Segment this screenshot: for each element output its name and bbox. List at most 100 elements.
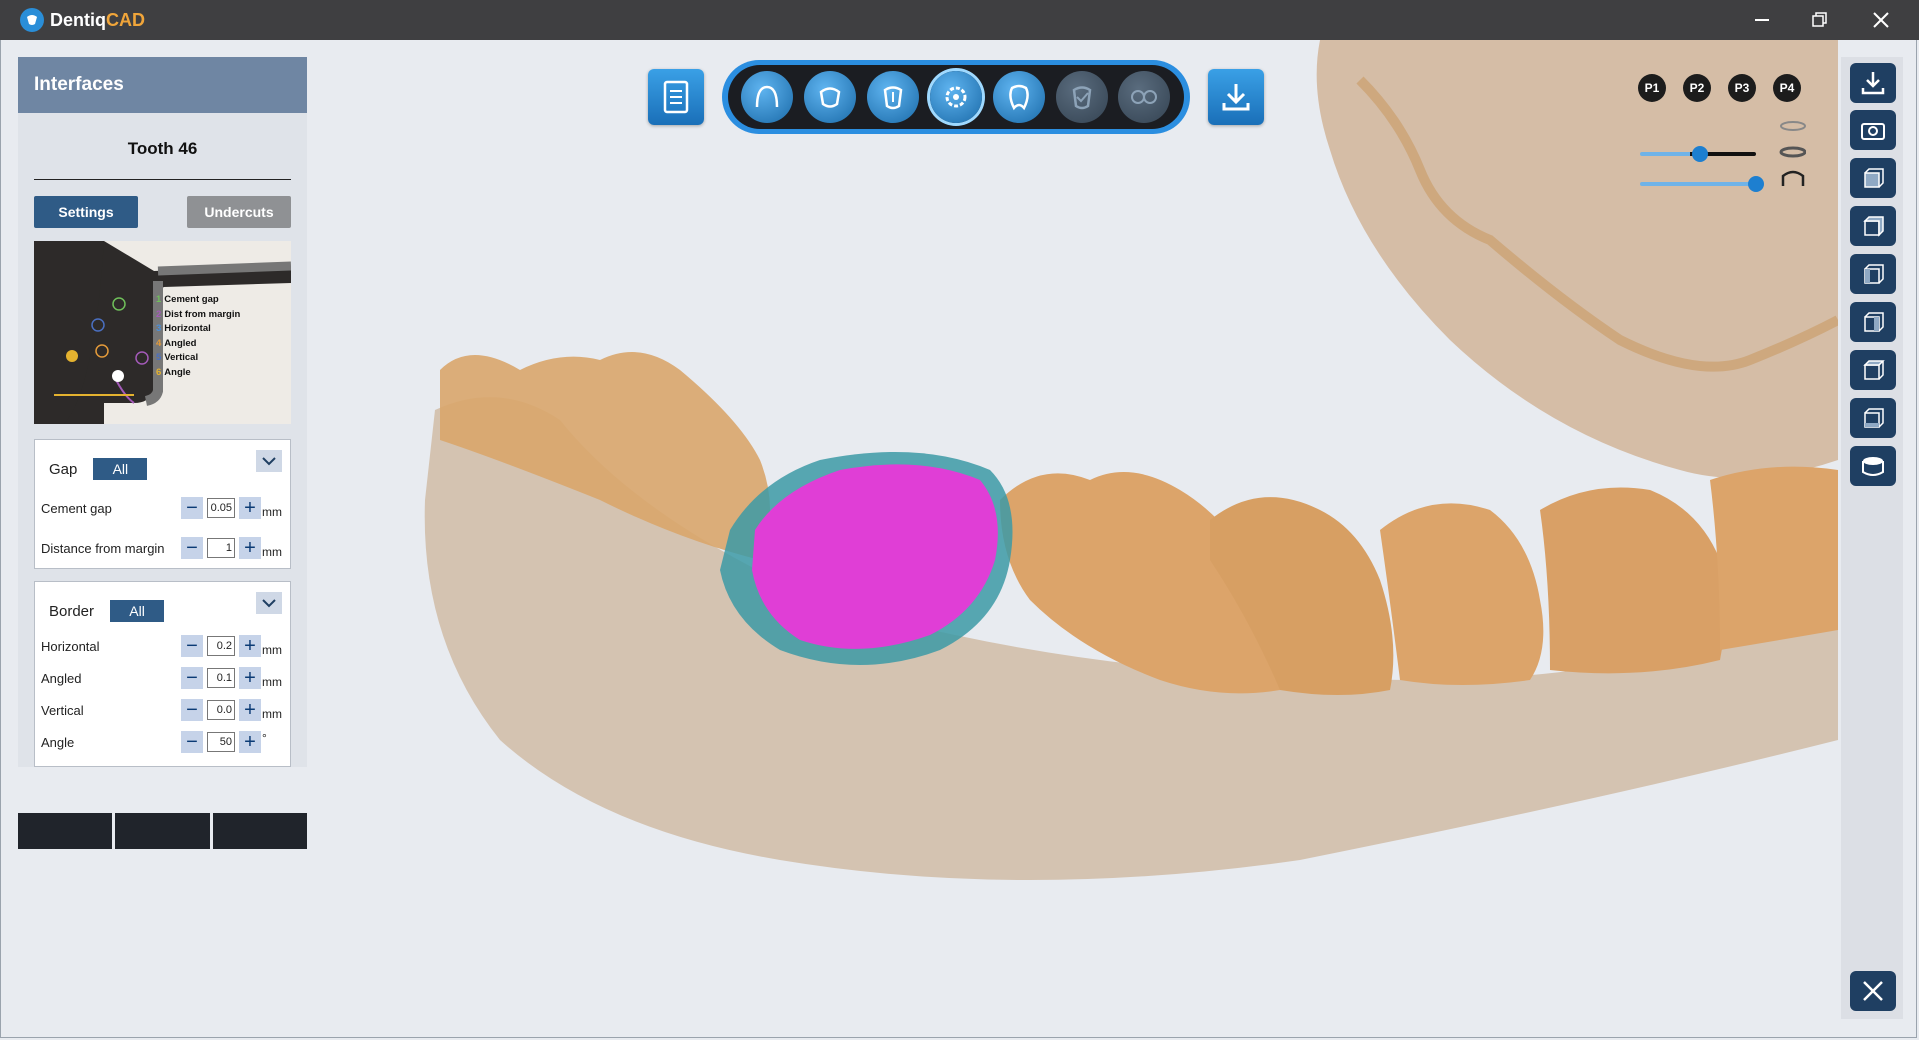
- workflow-toolbar: [648, 60, 1264, 134]
- vertical-increment[interactable]: +: [239, 699, 261, 721]
- view-left-button[interactable]: [1850, 254, 1896, 294]
- view-front-button[interactable]: [1850, 158, 1896, 198]
- horizontal-label: Horizontal: [41, 638, 100, 654]
- restoration-icon: [1781, 170, 1805, 186]
- distance-from-margin-unit: mm: [262, 545, 282, 559]
- distance-from-margin-decrement[interactable]: −: [181, 537, 203, 559]
- restore-button[interactable]: [1798, 4, 1842, 36]
- border-all-button[interactable]: All: [110, 600, 165, 622]
- horizontal-row: Horizontal − 0.2 + mm: [35, 630, 290, 662]
- save-button[interactable]: [1850, 63, 1896, 103]
- horizontal-decrement[interactable]: −: [181, 635, 203, 657]
- step-finish-button[interactable]: [1055, 71, 1108, 123]
- step-insertion-button[interactable]: [867, 71, 920, 123]
- preset-p3-button[interactable]: P3: [1728, 74, 1756, 102]
- preset-p1-button[interactable]: P1: [1638, 74, 1666, 102]
- view-occlusal-button[interactable]: [1850, 446, 1896, 486]
- step-interfaces-button[interactable]: [929, 71, 982, 123]
- preset-p4-button[interactable]: P4: [1773, 74, 1801, 102]
- bottom-button-2[interactable]: [115, 813, 210, 849]
- angled-unit: mm: [262, 675, 282, 689]
- border-collapse-button[interactable]: [256, 592, 282, 614]
- angle-decrement[interactable]: −: [181, 731, 203, 753]
- legend-item-5: 5 Vertical: [156, 352, 199, 364]
- step-design-button[interactable]: [992, 71, 1045, 123]
- glasses-icon: [1131, 90, 1158, 104]
- step-model-button[interactable]: [741, 71, 794, 123]
- view-back-button[interactable]: [1850, 206, 1896, 246]
- tooth-insertion-icon: [883, 86, 903, 110]
- chevron-down-icon: [262, 599, 276, 608]
- right-toolbar: [1841, 57, 1903, 1019]
- bottom-button-3[interactable]: [212, 813, 307, 849]
- angle-label: Angle: [41, 734, 75, 750]
- border-group: Border All Horizontal − 0.2 + mm Angled …: [34, 581, 291, 767]
- workflow-steps: [722, 60, 1190, 134]
- angle-input[interactable]: 50: [207, 732, 235, 752]
- title-bar: Dentiq CAD: [0, 0, 1919, 40]
- bottom-button-1[interactable]: [18, 813, 113, 849]
- cement-gap-decrement[interactable]: −: [181, 497, 203, 519]
- interfaces-panel: Interfaces Tooth 46 Settings Undercuts 1…: [18, 57, 307, 767]
- legend-item-2: 2 Dist from margin: [156, 308, 241, 320]
- download-icon: [1861, 72, 1885, 95]
- upper-opacity-slider[interactable]: [1640, 146, 1756, 162]
- jaw-view-icon: [1862, 457, 1884, 476]
- 3d-viewport[interactable]: [300, 40, 1838, 1038]
- distance-from-margin-input[interactable]: 1: [207, 538, 235, 558]
- app-title: Dentiq CAD: [20, 8, 145, 32]
- view-right-button[interactable]: [1850, 302, 1896, 342]
- view-top-button[interactable]: [1850, 350, 1896, 390]
- vertical-unit: mm: [262, 707, 282, 721]
- vertical-decrement[interactable]: −: [181, 699, 203, 721]
- tooth-right-3: [1380, 503, 1544, 685]
- gap-collapse-button[interactable]: [256, 450, 282, 472]
- legend-item-4: 4 Angled: [156, 337, 197, 349]
- lower-opacity-slider[interactable]: [1640, 176, 1764, 192]
- panel-header: Interfaces: [18, 57, 307, 113]
- download-button[interactable]: [1208, 69, 1264, 125]
- angled-input[interactable]: 0.1: [207, 668, 235, 688]
- order-form-button[interactable]: [648, 69, 704, 125]
- jaw-arch-icon: [756, 85, 779, 108]
- tab-settings[interactable]: Settings: [34, 196, 138, 228]
- horizontal-unit: mm: [262, 643, 282, 657]
- vertical-input[interactable]: 0.0: [207, 700, 235, 720]
- distance-from-margin-row: Distance from margin − 1 + mm: [35, 528, 290, 568]
- preset-p2-button[interactable]: P2: [1683, 74, 1711, 102]
- tooth-right-5: [1710, 466, 1838, 650]
- vertical-label: Vertical: [41, 702, 84, 718]
- gap-all-button[interactable]: All: [93, 458, 148, 480]
- tooth-title: Tooth 46: [127, 139, 198, 158]
- upper-opacity-handle[interactable]: [1692, 146, 1708, 162]
- app-logo-icon: [20, 8, 44, 32]
- screenshot-button[interactable]: [1850, 110, 1896, 150]
- tab-undercuts[interactable]: Undercuts: [187, 196, 291, 228]
- cube-bottom-icon: [1864, 408, 1884, 428]
- angle-increment[interactable]: +: [239, 731, 261, 753]
- horizontal-input[interactable]: 0.2: [207, 636, 235, 656]
- cube-right-icon: [1864, 312, 1884, 332]
- cement-gap-increment[interactable]: +: [239, 497, 261, 519]
- distance-from-margin-label: Distance from margin: [41, 540, 165, 556]
- cement-gap-input[interactable]: 0.05: [207, 498, 235, 518]
- distance-from-margin-increment[interactable]: +: [239, 537, 261, 559]
- cube-left-icon: [1864, 264, 1884, 284]
- close-window-button[interactable]: [1859, 4, 1903, 36]
- lower-opacity-handle[interactable]: [1748, 176, 1764, 192]
- panel-bottom-bar: [18, 813, 307, 849]
- close-icon: [1863, 981, 1883, 1001]
- close-module-button[interactable]: [1850, 971, 1896, 1011]
- close-icon: [1873, 12, 1889, 28]
- horizontal-increment[interactable]: +: [239, 635, 261, 657]
- step-margin-button[interactable]: [804, 71, 857, 123]
- angled-decrement[interactable]: −: [181, 667, 203, 689]
- minimize-button[interactable]: [1740, 4, 1784, 36]
- step-export-button[interactable]: [1118, 71, 1171, 123]
- cube-front-icon: [1864, 168, 1884, 188]
- view-bottom-button[interactable]: [1850, 398, 1896, 438]
- divider: [34, 179, 291, 180]
- angled-increment[interactable]: +: [239, 667, 261, 689]
- app-name-prefix: Dentiq: [50, 9, 106, 30]
- legend-item-1: 1 Cement gap: [156, 294, 219, 305]
